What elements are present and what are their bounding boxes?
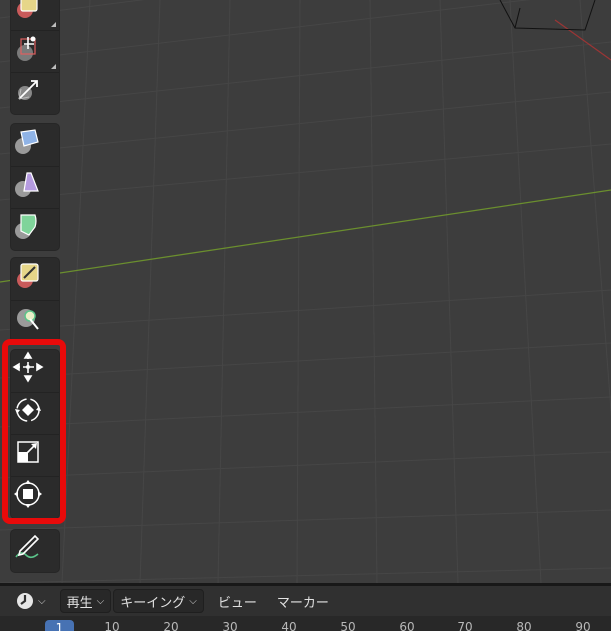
annotate-tool-icon — [17, 0, 38, 18]
toolbar-group-top — [11, 0, 59, 114]
current-frame-indicator[interactable]: 1 — [45, 620, 74, 631]
annotate-pen-icon — [15, 534, 40, 559]
tool-select-circle[interactable] — [11, 300, 59, 342]
ruler-tick: 50 — [340, 620, 356, 631]
timeline-ruler[interactable]: 1 10 20 30 40 50 60 70 80 90 — [0, 616, 611, 631]
ruler-tick: 60 — [399, 620, 415, 631]
toolbar-group-edit — [11, 258, 59, 342]
timeline-header: ⌵ 再生 ⌵ キーイング ⌵ ビュー マーカー — [0, 586, 611, 616]
chevron-down-icon: ⌵ — [189, 595, 197, 607]
inset-faces-icon — [15, 172, 39, 197]
3d-viewport[interactable] — [0, 0, 611, 583]
edit-tool-icon — [17, 263, 39, 288]
toolbar-group-mesh — [11, 124, 59, 250]
select-circle-icon — [17, 309, 39, 330]
tool-inset[interactable] — [11, 166, 59, 208]
measure-tool-icon — [17, 36, 36, 61]
keying-menu[interactable]: キーイング ⌵ — [113, 589, 204, 613]
chevron-down-icon: ⌵ — [38, 595, 46, 607]
tool-add-cube[interactable] — [11, 72, 59, 114]
add-cube-tool-icon — [18, 80, 38, 100]
extrude-region-icon — [15, 129, 39, 154]
view-menu-label: ビュー — [217, 595, 257, 611]
marker-menu[interactable]: マーカー — [271, 589, 335, 613]
ruler-tick: 90 — [575, 620, 591, 631]
playback-menu[interactable]: 再生 ⌵ — [59, 589, 112, 613]
toolbar-group-annotate — [11, 530, 59, 572]
view-menu[interactable]: ビュー — [212, 589, 263, 613]
tool-measure[interactable] — [11, 30, 59, 72]
ruler-tick: 70 — [457, 620, 473, 631]
ruler-tick: 20 — [163, 620, 179, 631]
transform-tools-highlight — [2, 339, 66, 524]
tool-annotate[interactable] — [11, 0, 59, 30]
marker-menu-label: マーカー — [276, 595, 329, 611]
tool-bevel[interactable] — [11, 208, 59, 250]
playback-menu-label: 再生 — [66, 595, 93, 611]
ruler-tick: 10 — [104, 620, 120, 631]
tool-annotate-pen[interactable] — [11, 530, 59, 572]
tool-extrude[interactable] — [11, 124, 59, 166]
clock-icon — [17, 593, 33, 609]
ruler-tick: 80 — [516, 620, 532, 631]
viewport-grid — [0, 0, 611, 583]
ruler-tick: 30 — [222, 620, 238, 631]
bevel-icon — [15, 214, 37, 239]
tool-edit[interactable] — [11, 258, 59, 300]
keying-menu-label: キーイング — [120, 595, 186, 611]
ruler-tick: 40 — [281, 620, 297, 631]
editor-type-selector[interactable]: ⌵ — [10, 589, 52, 613]
chevron-down-icon: ⌵ — [96, 595, 105, 607]
